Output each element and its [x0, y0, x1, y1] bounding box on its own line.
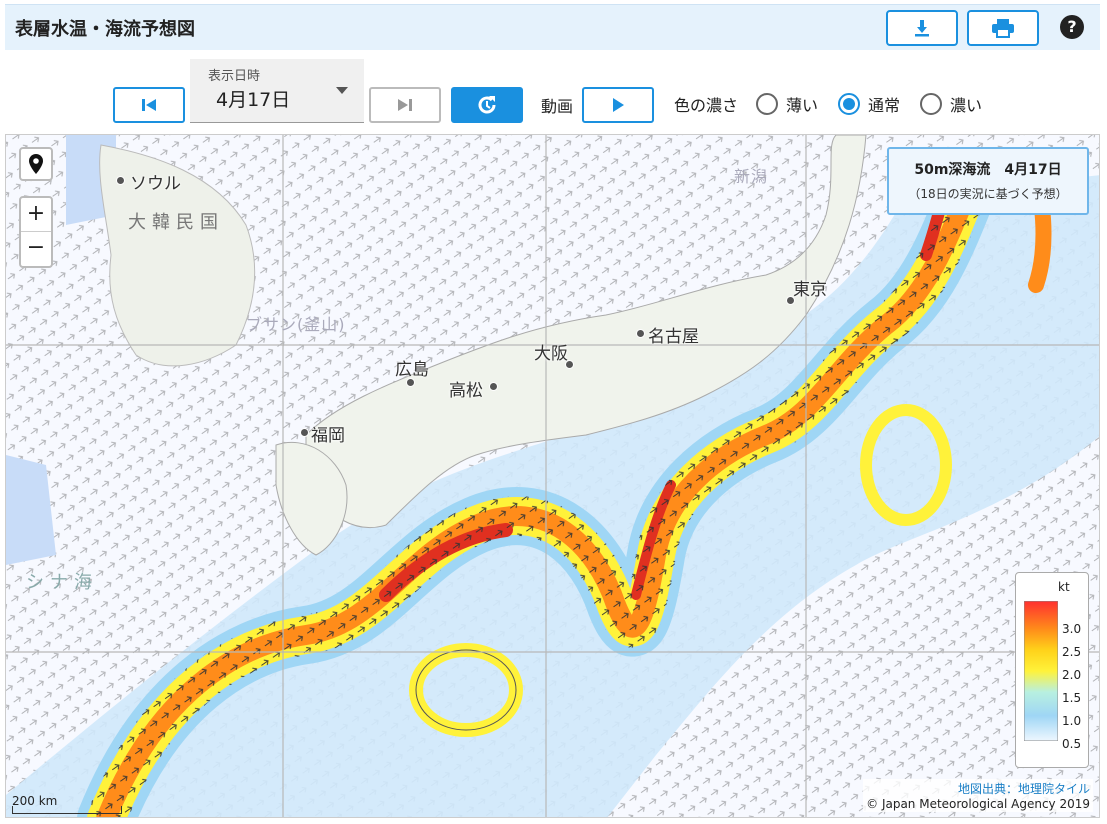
city-label-hiroshima: 広島: [395, 360, 429, 380]
density-light-radio[interactable]: 薄い: [756, 92, 818, 116]
legend-tick: 2.5: [1062, 645, 1082, 659]
print-button[interactable]: [967, 10, 1039, 46]
city-label-osaka: 大阪: [534, 344, 568, 364]
latest-reload-button[interactable]: [451, 87, 523, 123]
faint-place-label: 新潟: [734, 167, 769, 186]
city-label-nagoya: 名古屋: [648, 327, 699, 347]
help-button[interactable]: ?: [1060, 15, 1084, 39]
current-location-button[interactable]: [19, 147, 53, 181]
radio-ring: [756, 93, 778, 115]
zoom-in-button[interactable]: +: [21, 198, 51, 232]
play-icon: [613, 98, 624, 112]
skip-last-icon: [398, 99, 412, 111]
city-dot: [489, 382, 498, 391]
copyright-text: © Japan Meteorological Agency 2019: [866, 797, 1090, 811]
zoom-out-button[interactable]: −: [21, 232, 51, 266]
density-light-label: 薄い: [786, 96, 819, 115]
last-date-button[interactable]: [369, 87, 441, 123]
density-normal-label: 通常: [868, 96, 901, 115]
radio-ring: [920, 93, 942, 115]
speed-legend: kt 3.0 2.5 2.0 1.5 1.0 0.5: [1015, 572, 1089, 768]
map-credit: 地図出典：地理院タイル © Japan Meteorological Agenc…: [863, 779, 1093, 812]
skip-first-icon: [142, 99, 156, 111]
page-title: 表層水温・海流予想図: [15, 19, 195, 40]
color-density-label: 色の濃さ: [674, 96, 739, 115]
city-label-tokyo: 東京: [793, 280, 827, 300]
chevron-down-icon: [336, 87, 348, 94]
info-title: 50m深海流 4月17日: [914, 162, 1062, 178]
play-button[interactable]: [582, 87, 654, 123]
refresh-icon: [478, 96, 496, 114]
city-label-fukuoka: 福岡: [311, 426, 345, 446]
date-value: 4月17日: [216, 89, 291, 111]
zoom-control: + −: [19, 196, 53, 268]
city-dot: [300, 428, 309, 437]
radio-ring: [838, 93, 860, 115]
legend-color-bar: [1024, 601, 1058, 741]
legend-tick: 3.0: [1062, 622, 1082, 636]
location-pin-icon: [29, 154, 43, 174]
animation-label: 動画: [541, 97, 574, 116]
app-header: 表層水温・海流予想図 ?: [5, 4, 1100, 50]
map-canvas[interactable]: [6, 135, 1100, 818]
legend-tick: 1.5: [1062, 691, 1082, 705]
scale-bar: 200 km: [12, 794, 122, 814]
density-dark-label: 濃い: [950, 96, 983, 115]
download-icon: [915, 20, 929, 37]
legend-unit: kt: [1058, 580, 1070, 594]
date-label: 表示日時: [208, 69, 261, 84]
current-map[interactable]: ソウル 大韓民国 福岡 広島 高松 大阪 名古屋 東京 シナ海 ブサン(釜山) …: [5, 134, 1100, 818]
legend-tick: 0.5: [1062, 737, 1082, 751]
sea-label: シナ海: [26, 572, 98, 593]
city-label-takamatsu: 高松: [449, 381, 483, 401]
map-info-box: 50m深海流 4月17日 （18日の実況に基づく予想）: [887, 147, 1089, 215]
date-selector[interactable]: 表示日時 4月17日: [190, 59, 364, 123]
map-source-link[interactable]: 地図出典：地理院タイル: [866, 780, 1090, 797]
faint-place-label: ブサン(釜山): [246, 315, 346, 334]
print-icon: [992, 19, 1014, 38]
region-label-korea: 大韓民国: [128, 212, 224, 233]
city-label-seoul: ソウル: [130, 174, 181, 194]
density-normal-radio[interactable]: 通常: [838, 92, 900, 116]
density-dark-radio[interactable]: 濃い: [920, 92, 982, 116]
download-button[interactable]: [886, 10, 958, 46]
first-date-button[interactable]: [113, 87, 185, 123]
info-subtitle: （18日の実況に基づく予想）: [908, 187, 1068, 201]
city-dot: [636, 329, 645, 338]
legend-tick: 1.0: [1062, 714, 1082, 728]
legend-tick: 2.0: [1062, 668, 1082, 682]
city-dot: [116, 176, 125, 185]
